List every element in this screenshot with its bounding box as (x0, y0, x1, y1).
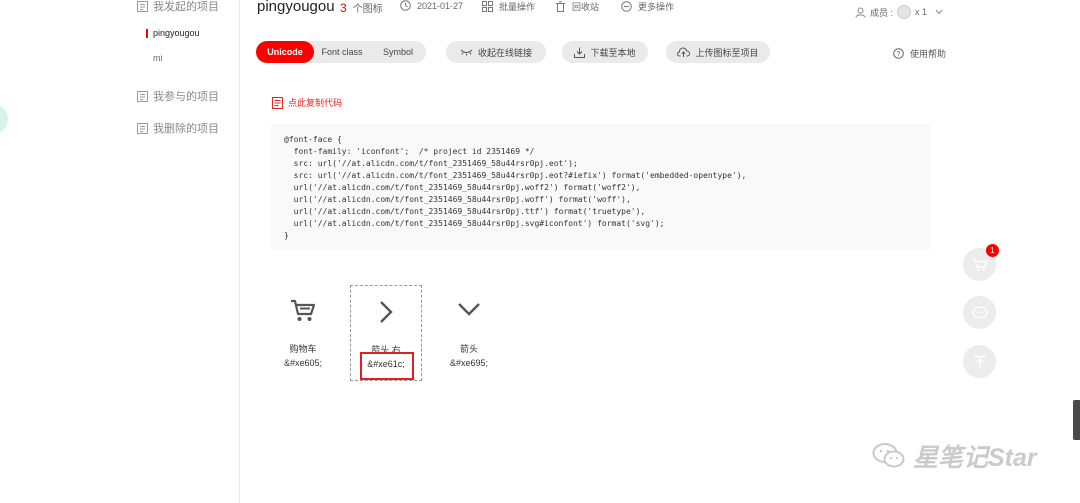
members-label: 成员 : (870, 7, 894, 18)
members-count: x 1 (915, 7, 928, 17)
code-line: src: url('//at.alicdn.com/t/font_2351469… (284, 171, 747, 180)
sidebar-item-label: 我删除的项目 (153, 123, 219, 135)
active-marker (146, 29, 148, 38)
sidebar-subitem-label: mi (153, 53, 163, 63)
code-block: @font-face { font-family: 'iconfont'; /*… (271, 124, 930, 250)
copy-code-link[interactable]: 点此复制代码 (272, 96, 342, 109)
icon-code: &#xe695; (449, 358, 489, 368)
code-line: src: url('//at.alicdn.com/t/font_2351469… (284, 159, 578, 168)
arrow-right-icon (351, 300, 421, 324)
watermark: 星笔记Star (872, 438, 1037, 474)
code-line: font-family: 'iconfont'; /* project id 2… (284, 147, 535, 156)
cart-icon (972, 257, 988, 271)
message-icon (971, 305, 988, 319)
project-title: pingyougou (257, 0, 335, 15)
upload-label: 上传图标至项目 (695, 47, 759, 58)
icon-card-arrow-down[interactable]: 箭头 &#xe695; (433, 285, 505, 381)
date-text: 2021-01-27 (417, 0, 464, 11)
icon-name: 购物车 (289, 344, 317, 354)
project-list-icon (137, 90, 148, 102)
code-line: url('//at.alicdn.com/t/font_2351469_58u4… (284, 183, 641, 192)
code-line: url('//at.alicdn.com/t/font_2351469_58u4… (284, 195, 631, 204)
copy-code-label: 点此复制代码 (288, 98, 343, 108)
project-list-icon (137, 0, 148, 12)
icon-count: 3 个图标 (340, 0, 383, 15)
sidebar-item-initiated[interactable]: 我发起的项目 (137, 0, 219, 14)
back-to-top-icon (973, 355, 986, 368)
sidebar-subitem-pingyougou[interactable]: pingyougou (146, 28, 200, 38)
code-line: @font-face { (284, 135, 342, 144)
collapse-link-label: 收起在线链接 (477, 47, 532, 58)
code-line: url('//at.alicdn.com/t/font_2351469_58u4… (284, 219, 665, 228)
code-line: url('//at.alicdn.com/t/font_2351469_58u4… (284, 207, 646, 216)
recycle-bin-label: 回收站 (572, 2, 600, 12)
tab-unicode[interactable]: Unicode (256, 41, 314, 63)
more-ops-button[interactable]: 更多操作 (621, 0, 674, 13)
batch-ops-label: 批量操作 (499, 2, 536, 12)
copy-icon (272, 96, 283, 109)
icon-count-number: 3 (340, 1, 347, 15)
more-ops-label: 更多操作 (638, 2, 675, 12)
cart-count-badge: 1 (986, 244, 999, 257)
svg-text:?: ? (897, 51, 901, 58)
batch-ops-button[interactable]: 批量操作 (482, 0, 535, 13)
icon-card-cart[interactable]: 购物车 &#xe605; (267, 285, 339, 381)
wechat-icon (872, 443, 905, 468)
side-scroll-handle[interactable] (1073, 400, 1080, 440)
recycle-bin-button[interactable]: 回收站 (555, 0, 599, 13)
code-line: } (284, 231, 289, 240)
tab-font-class[interactable]: Font class (314, 41, 370, 63)
clock-icon (400, 0, 411, 11)
watermark-text: 星笔记Star (913, 444, 1037, 472)
code-highlight-annotation (360, 352, 414, 380)
download-icon (574, 47, 586, 58)
icon-name: 箭头 (459, 344, 478, 354)
created-date: 2021-01-27 (400, 0, 463, 11)
help-label: 使用帮助 (910, 49, 947, 59)
project-list-icon (137, 122, 148, 134)
cloud-upload-icon (677, 47, 691, 57)
sidebar-item-label: 我参与的项目 (153, 91, 219, 103)
icon-count-suffix: 个图标 (352, 4, 383, 15)
sidebar-item-deleted[interactable]: 我删除的项目 (137, 120, 219, 136)
avatar (897, 5, 912, 19)
float-back-to-top-button[interactable] (963, 345, 996, 378)
cart-icon (267, 299, 339, 323)
download-label: 下载至本地 (590, 47, 636, 58)
code-format-tabs: Unicode Font class Symbol (256, 41, 426, 63)
user-icon (855, 7, 866, 18)
collapse-link-button[interactable]: 收起在线链接 (446, 41, 546, 63)
float-message-button[interactable] (963, 296, 996, 329)
sidebar-subitem-label: pingyougou (153, 28, 200, 38)
side-float-tab[interactable] (0, 104, 8, 134)
chevron-down-icon (935, 9, 943, 15)
trash-icon (556, 1, 565, 12)
help-icon: ? (893, 48, 904, 59)
members-menu[interactable]: 成员 : x 1 (855, 5, 943, 19)
help-link[interactable]: ? 使用帮助 (893, 47, 946, 60)
arrow-down-icon (433, 299, 505, 323)
upload-button[interactable]: 上传图标至项目 (666, 41, 770, 63)
tab-symbol[interactable]: Symbol (370, 41, 426, 63)
icon-code: &#xe605; (283, 358, 323, 368)
eye-closed-icon (460, 49, 473, 56)
grid-icon (482, 1, 493, 12)
sidebar: 我发起的项目 pingyougou mi 我参与的项目 我删除的项目 (0, 0, 240, 503)
more-icon (621, 1, 632, 12)
sidebar-item-label: 我发起的项目 (153, 1, 219, 13)
download-button[interactable]: 下载至本地 (562, 41, 648, 63)
sidebar-item-participated[interactable]: 我参与的项目 (137, 88, 219, 104)
sidebar-subitem-mi[interactable]: mi (153, 53, 163, 63)
